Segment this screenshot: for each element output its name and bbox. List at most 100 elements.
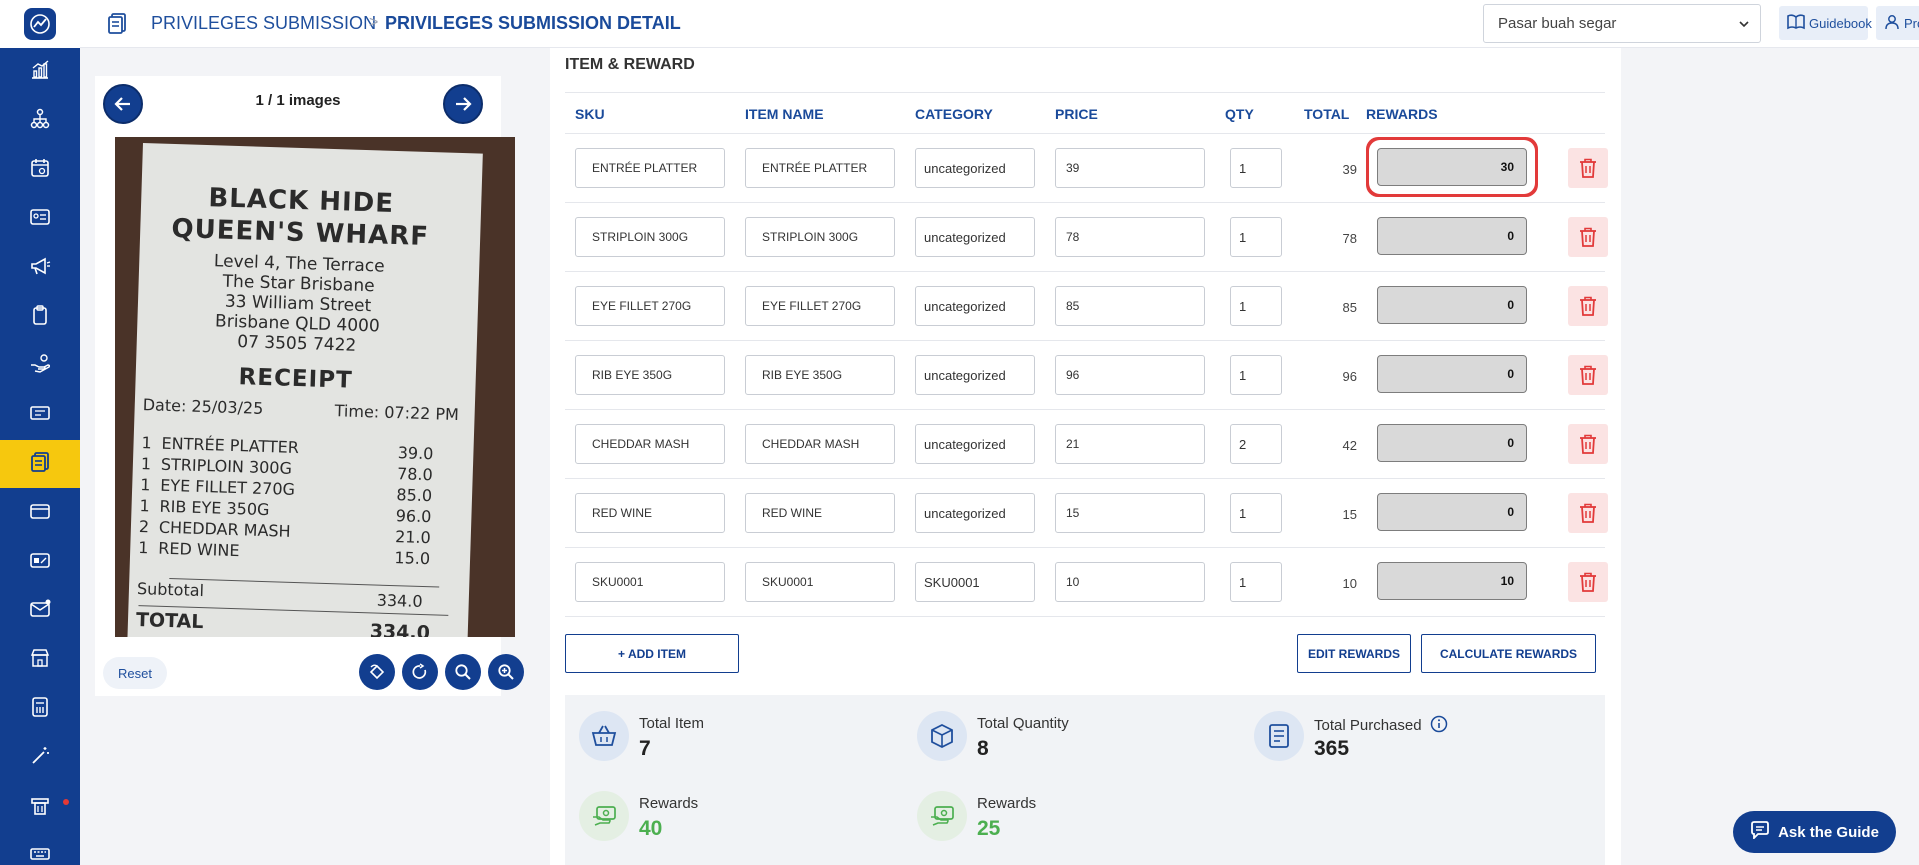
- zoom-in-button[interactable]: [488, 654, 524, 690]
- reward-input[interactable]: 0: [1377, 355, 1527, 393]
- rotate-right-button[interactable]: [402, 654, 438, 690]
- sku-input[interactable]: STRIPLOIN 300G: [575, 217, 725, 257]
- ask-the-guide-button[interactable]: Ask the Guide: [1733, 811, 1896, 853]
- keyboard-icon: [29, 843, 51, 865]
- column-header-price: PRICE: [1055, 106, 1098, 122]
- receipt-line-qty: 2: [138, 517, 150, 537]
- sidebar-item-receipt[interactable]: [0, 440, 80, 488]
- sidebar-item-chart[interactable]: [0, 48, 80, 96]
- sidebar-item-magic-wand[interactable]: [0, 734, 80, 782]
- profile-button[interactable]: Profile: [1876, 6, 1919, 40]
- sku-input[interactable]: RIB EYE 350G: [575, 355, 725, 395]
- category-input[interactable]: uncategorized: [915, 148, 1035, 188]
- price-input[interactable]: 78: [1055, 217, 1205, 257]
- edit-rewards-button[interactable]: EDIT REWARDS: [1297, 634, 1411, 673]
- sidebar-item-mail[interactable]: [0, 587, 80, 635]
- sidebar-item-store[interactable]: [0, 636, 80, 684]
- zoom-out-button[interactable]: [445, 654, 481, 690]
- item-name-input[interactable]: SKU0001: [745, 562, 895, 602]
- sidebar-item-printer[interactable]: [0, 783, 80, 831]
- breadcrumb-parent[interactable]: PRIVILEGES SUBMISSION: [151, 13, 376, 34]
- calculate-rewards-button[interactable]: CALCULATE REWARDS: [1421, 634, 1596, 673]
- sidebar-item-card[interactable]: [0, 489, 80, 537]
- receipt-rule: [169, 578, 440, 588]
- sidebar-item-calendar[interactable]: [0, 146, 80, 194]
- reward-input[interactable]: 0: [1377, 493, 1527, 531]
- app-logo[interactable]: [0, 0, 80, 48]
- qty-input[interactable]: 2: [1230, 424, 1282, 464]
- store-select[interactable]: Pasar buah segar: [1483, 4, 1761, 43]
- reward-input[interactable]: 0: [1377, 217, 1527, 255]
- qty-input[interactable]: 1: [1230, 355, 1282, 395]
- delete-row-button[interactable]: [1568, 424, 1608, 464]
- category-input[interactable]: uncategorized: [915, 493, 1035, 533]
- price-input[interactable]: 96: [1055, 355, 1205, 395]
- price-input[interactable]: 15: [1055, 493, 1205, 533]
- delete-row-button[interactable]: [1568, 286, 1608, 326]
- category-input[interactable]: uncategorized: [915, 286, 1035, 326]
- page-title: PRIVILEGES SUBMISSION DETAIL: [385, 13, 681, 33]
- hand-coin-icon: [29, 353, 51, 380]
- qty-input[interactable]: 1: [1230, 217, 1282, 257]
- row-total: 85: [1342, 300, 1357, 315]
- item-name-input[interactable]: ENTRÉE PLATTER: [745, 148, 895, 188]
- sidebar-item-keyboard[interactable]: [0, 832, 80, 865]
- delete-row-button[interactable]: [1568, 562, 1608, 602]
- item-name-input[interactable]: RED WINE: [745, 493, 895, 533]
- sku-input[interactable]: SKU0001: [575, 562, 725, 602]
- row-total: 96: [1342, 369, 1357, 384]
- sidebar-item-voucher[interactable]: [0, 538, 80, 586]
- category-input[interactable]: uncategorized: [915, 355, 1035, 395]
- summary-rewards-2-label: Rewards: [977, 795, 1037, 812]
- qty-input[interactable]: 1: [1230, 148, 1282, 188]
- table-row: CHEDDAR MASH CHEDDAR MASH uncategorized 21 2…: [565, 410, 1608, 479]
- reward-input[interactable]: 0: [1377, 286, 1527, 324]
- category-input[interactable]: uncategorized: [915, 424, 1035, 464]
- sidebar-item-hand-coin[interactable]: [0, 342, 80, 390]
- sidebar-item-hierarchy[interactable]: [0, 97, 80, 145]
- category-input[interactable]: SKU0001: [915, 562, 1035, 602]
- price-input[interactable]: 85: [1055, 286, 1205, 326]
- reset-button[interactable]: Reset: [103, 657, 167, 689]
- reward-input[interactable]: 0: [1377, 424, 1527, 462]
- receipt-image[interactable]: BLACK HIDE QUEEN'S WHARF Level 4, The Te…: [115, 137, 515, 637]
- add-item-button[interactable]: + ADD ITEM: [565, 634, 739, 673]
- qty-input[interactable]: 1: [1230, 493, 1282, 533]
- receipt-subtotal-label: Subtotal: [136, 579, 205, 601]
- delete-row-button[interactable]: [1568, 493, 1608, 533]
- reward-input[interactable]: 10: [1377, 562, 1527, 600]
- sidebar-item-clipboard[interactable]: [0, 293, 80, 341]
- info-icon[interactable]: [1430, 715, 1448, 737]
- next-image-button[interactable]: [443, 84, 483, 124]
- sidebar-item-megaphone[interactable]: [0, 244, 80, 292]
- sku-input[interactable]: EYE FILLET 270G: [575, 286, 725, 326]
- delete-row-button[interactable]: [1568, 217, 1608, 257]
- qty-input[interactable]: 1: [1230, 286, 1282, 326]
- sidebar-item-calculator[interactable]: [0, 685, 80, 733]
- delete-row-button[interactable]: [1568, 355, 1608, 395]
- receipt-total-label: TOTAL: [135, 609, 204, 634]
- receipt-line-name: RED WINE: [157, 538, 240, 561]
- item-name-input[interactable]: STRIPLOIN 300G: [745, 217, 895, 257]
- item-name-input[interactable]: CHEDDAR MASH: [745, 424, 895, 464]
- sku-input[interactable]: RED WINE: [575, 493, 725, 533]
- guidebook-button[interactable]: Guidebook: [1779, 6, 1872, 40]
- reward-input[interactable]: 30: [1377, 148, 1527, 186]
- sku-input[interactable]: ENTRÉE PLATTER: [575, 148, 725, 188]
- table-row: STRIPLOIN 300G STRIPLOIN 300G uncategorize…: [565, 203, 1608, 272]
- item-name-input[interactable]: RIB EYE 350G: [745, 355, 895, 395]
- price-input[interactable]: 21: [1055, 424, 1205, 464]
- price-input[interactable]: 39: [1055, 148, 1205, 188]
- sidebar-item-id-card[interactable]: [0, 195, 80, 243]
- zoom-in-icon: [498, 664, 514, 680]
- rotate-left-button[interactable]: [359, 654, 395, 690]
- delete-row-button[interactable]: [1568, 148, 1608, 188]
- summary-total-purchased-text: Total Purchased: [1314, 717, 1422, 734]
- qty-input[interactable]: 1: [1230, 562, 1282, 602]
- sidebar-item-ticket[interactable]: [0, 391, 80, 439]
- category-input[interactable]: uncategorized: [915, 217, 1035, 257]
- summary-total-item-label: Total Item: [639, 715, 705, 732]
- item-name-input[interactable]: EYE FILLET 270G: [745, 286, 895, 326]
- sku-input[interactable]: CHEDDAR MASH: [575, 424, 725, 464]
- price-input[interactable]: 10: [1055, 562, 1205, 602]
